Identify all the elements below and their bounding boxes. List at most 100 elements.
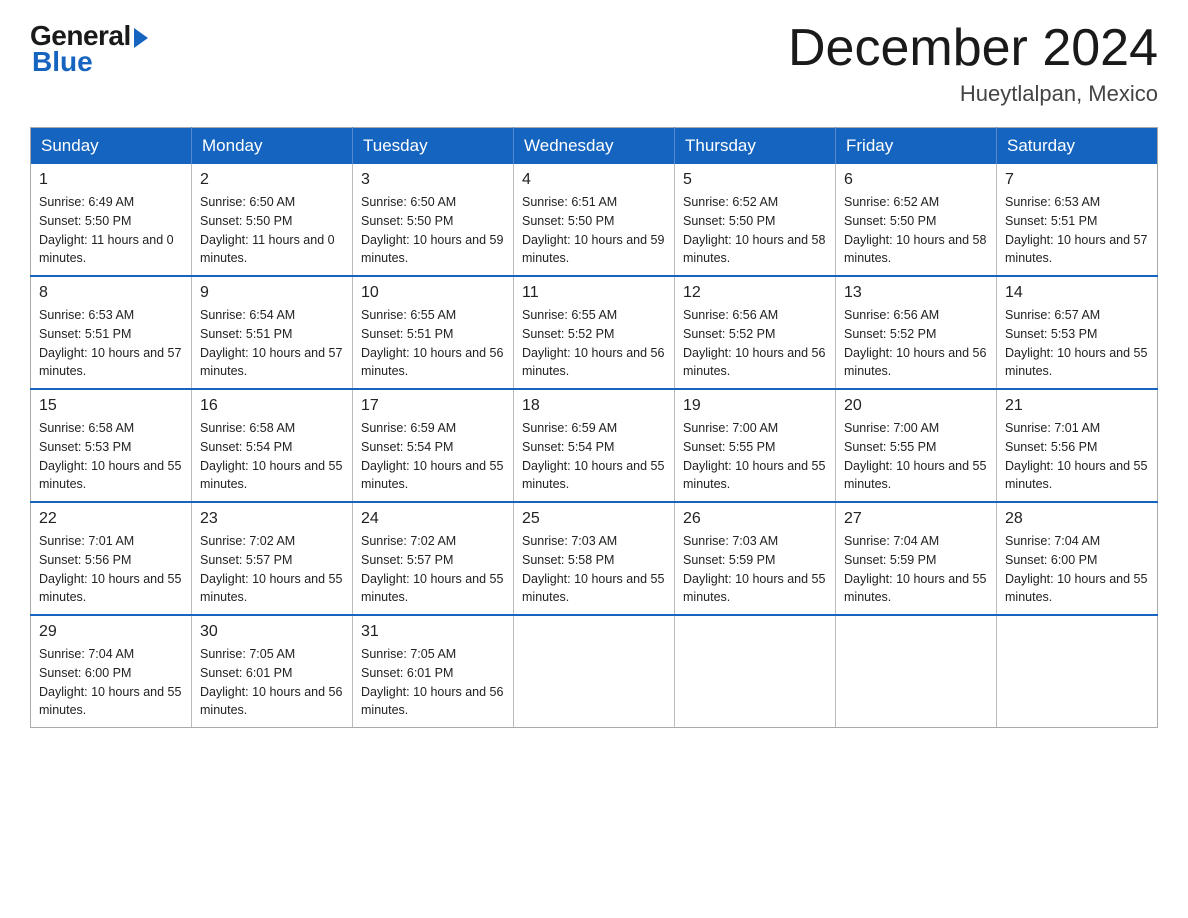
col-tuesday: Tuesday	[353, 128, 514, 165]
day-number: 8	[39, 284, 183, 302]
calendar-cell: 14 Sunrise: 6:57 AM Sunset: 5:53 PM Dayl…	[997, 276, 1158, 389]
day-number: 28	[1005, 510, 1149, 528]
day-info: Sunrise: 6:57 AM Sunset: 5:53 PM Dayligh…	[1005, 306, 1149, 381]
calendar-cell: 10 Sunrise: 6:55 AM Sunset: 5:51 PM Dayl…	[353, 276, 514, 389]
calendar-cell: 17 Sunrise: 6:59 AM Sunset: 5:54 PM Dayl…	[353, 389, 514, 502]
day-info: Sunrise: 7:02 AM Sunset: 5:57 PM Dayligh…	[361, 532, 505, 607]
calendar-cell: 18 Sunrise: 6:59 AM Sunset: 5:54 PM Dayl…	[514, 389, 675, 502]
calendar-header-row: Sunday Monday Tuesday Wednesday Thursday…	[31, 128, 1158, 165]
calendar-cell	[836, 615, 997, 728]
day-number: 16	[200, 397, 344, 415]
calendar-cell: 26 Sunrise: 7:03 AM Sunset: 5:59 PM Dayl…	[675, 502, 836, 615]
day-number: 25	[522, 510, 666, 528]
day-number: 1	[39, 171, 183, 189]
day-number: 18	[522, 397, 666, 415]
calendar-week-row: 1 Sunrise: 6:49 AM Sunset: 5:50 PM Dayli…	[31, 164, 1158, 276]
calendar-cell: 11 Sunrise: 6:55 AM Sunset: 5:52 PM Dayl…	[514, 276, 675, 389]
day-number: 29	[39, 623, 183, 641]
day-number: 11	[522, 284, 666, 302]
calendar-cell: 24 Sunrise: 7:02 AM Sunset: 5:57 PM Dayl…	[353, 502, 514, 615]
day-info: Sunrise: 6:52 AM Sunset: 5:50 PM Dayligh…	[844, 193, 988, 268]
calendar-cell: 19 Sunrise: 7:00 AM Sunset: 5:55 PM Dayl…	[675, 389, 836, 502]
location: Hueytlalpan, Mexico	[788, 81, 1158, 107]
logo-blue-text: Blue	[32, 46, 93, 78]
day-info: Sunrise: 7:01 AM Sunset: 5:56 PM Dayligh…	[39, 532, 183, 607]
day-info: Sunrise: 6:52 AM Sunset: 5:50 PM Dayligh…	[683, 193, 827, 268]
day-info: Sunrise: 6:56 AM Sunset: 5:52 PM Dayligh…	[683, 306, 827, 381]
calendar-cell: 29 Sunrise: 7:04 AM Sunset: 6:00 PM Dayl…	[31, 615, 192, 728]
day-info: Sunrise: 6:59 AM Sunset: 5:54 PM Dayligh…	[522, 419, 666, 494]
day-number: 20	[844, 397, 988, 415]
col-sunday: Sunday	[31, 128, 192, 165]
col-saturday: Saturday	[997, 128, 1158, 165]
day-number: 4	[522, 171, 666, 189]
month-title: December 2024	[788, 20, 1158, 77]
day-number: 31	[361, 623, 505, 641]
day-info: Sunrise: 6:55 AM Sunset: 5:51 PM Dayligh…	[361, 306, 505, 381]
calendar-cell: 13 Sunrise: 6:56 AM Sunset: 5:52 PM Dayl…	[836, 276, 997, 389]
day-number: 15	[39, 397, 183, 415]
calendar-week-row: 22 Sunrise: 7:01 AM Sunset: 5:56 PM Dayl…	[31, 502, 1158, 615]
calendar-week-row: 29 Sunrise: 7:04 AM Sunset: 6:00 PM Dayl…	[31, 615, 1158, 728]
calendar-cell: 21 Sunrise: 7:01 AM Sunset: 5:56 PM Dayl…	[997, 389, 1158, 502]
day-number: 17	[361, 397, 505, 415]
day-info: Sunrise: 7:05 AM Sunset: 6:01 PM Dayligh…	[200, 645, 344, 720]
day-info: Sunrise: 6:56 AM Sunset: 5:52 PM Dayligh…	[844, 306, 988, 381]
day-info: Sunrise: 7:04 AM Sunset: 6:00 PM Dayligh…	[1005, 532, 1149, 607]
title-area: December 2024 Hueytlalpan, Mexico	[788, 20, 1158, 107]
day-number: 26	[683, 510, 827, 528]
calendar-cell: 23 Sunrise: 7:02 AM Sunset: 5:57 PM Dayl…	[192, 502, 353, 615]
logo: General Blue	[30, 20, 148, 78]
day-info: Sunrise: 6:51 AM Sunset: 5:50 PM Dayligh…	[522, 193, 666, 268]
day-info: Sunrise: 7:00 AM Sunset: 5:55 PM Dayligh…	[844, 419, 988, 494]
day-number: 27	[844, 510, 988, 528]
calendar-week-row: 8 Sunrise: 6:53 AM Sunset: 5:51 PM Dayli…	[31, 276, 1158, 389]
calendar-cell: 7 Sunrise: 6:53 AM Sunset: 5:51 PM Dayli…	[997, 164, 1158, 276]
day-number: 9	[200, 284, 344, 302]
day-info: Sunrise: 7:03 AM Sunset: 5:58 PM Dayligh…	[522, 532, 666, 607]
calendar-cell	[675, 615, 836, 728]
day-info: Sunrise: 6:55 AM Sunset: 5:52 PM Dayligh…	[522, 306, 666, 381]
day-number: 23	[200, 510, 344, 528]
calendar-cell: 25 Sunrise: 7:03 AM Sunset: 5:58 PM Dayl…	[514, 502, 675, 615]
day-number: 7	[1005, 171, 1149, 189]
calendar-cell: 5 Sunrise: 6:52 AM Sunset: 5:50 PM Dayli…	[675, 164, 836, 276]
day-info: Sunrise: 6:54 AM Sunset: 5:51 PM Dayligh…	[200, 306, 344, 381]
day-info: Sunrise: 7:03 AM Sunset: 5:59 PM Dayligh…	[683, 532, 827, 607]
col-monday: Monday	[192, 128, 353, 165]
calendar-cell: 2 Sunrise: 6:50 AM Sunset: 5:50 PM Dayli…	[192, 164, 353, 276]
calendar-week-row: 15 Sunrise: 6:58 AM Sunset: 5:53 PM Dayl…	[31, 389, 1158, 502]
day-info: Sunrise: 7:04 AM Sunset: 5:59 PM Dayligh…	[844, 532, 988, 607]
calendar-cell: 3 Sunrise: 6:50 AM Sunset: 5:50 PM Dayli…	[353, 164, 514, 276]
day-info: Sunrise: 7:00 AM Sunset: 5:55 PM Dayligh…	[683, 419, 827, 494]
day-info: Sunrise: 6:50 AM Sunset: 5:50 PM Dayligh…	[200, 193, 344, 268]
day-info: Sunrise: 6:53 AM Sunset: 5:51 PM Dayligh…	[39, 306, 183, 381]
page-header: General Blue December 2024 Hueytlalpan, …	[30, 20, 1158, 107]
day-info: Sunrise: 7:05 AM Sunset: 6:01 PM Dayligh…	[361, 645, 505, 720]
day-number: 22	[39, 510, 183, 528]
calendar-table: Sunday Monday Tuesday Wednesday Thursday…	[30, 127, 1158, 728]
day-info: Sunrise: 6:53 AM Sunset: 5:51 PM Dayligh…	[1005, 193, 1149, 268]
calendar-cell: 8 Sunrise: 6:53 AM Sunset: 5:51 PM Dayli…	[31, 276, 192, 389]
calendar-cell: 28 Sunrise: 7:04 AM Sunset: 6:00 PM Dayl…	[997, 502, 1158, 615]
calendar-cell: 6 Sunrise: 6:52 AM Sunset: 5:50 PM Dayli…	[836, 164, 997, 276]
calendar-cell: 20 Sunrise: 7:00 AM Sunset: 5:55 PM Dayl…	[836, 389, 997, 502]
calendar-cell: 12 Sunrise: 6:56 AM Sunset: 5:52 PM Dayl…	[675, 276, 836, 389]
calendar-cell: 9 Sunrise: 6:54 AM Sunset: 5:51 PM Dayli…	[192, 276, 353, 389]
calendar-cell: 15 Sunrise: 6:58 AM Sunset: 5:53 PM Dayl…	[31, 389, 192, 502]
day-number: 21	[1005, 397, 1149, 415]
day-number: 6	[844, 171, 988, 189]
day-number: 13	[844, 284, 988, 302]
calendar-cell: 1 Sunrise: 6:49 AM Sunset: 5:50 PM Dayli…	[31, 164, 192, 276]
day-number: 14	[1005, 284, 1149, 302]
day-info: Sunrise: 6:58 AM Sunset: 5:54 PM Dayligh…	[200, 419, 344, 494]
logo-arrow-icon	[134, 28, 148, 48]
calendar-cell: 31 Sunrise: 7:05 AM Sunset: 6:01 PM Dayl…	[353, 615, 514, 728]
col-wednesday: Wednesday	[514, 128, 675, 165]
day-info: Sunrise: 7:02 AM Sunset: 5:57 PM Dayligh…	[200, 532, 344, 607]
calendar-cell: 22 Sunrise: 7:01 AM Sunset: 5:56 PM Dayl…	[31, 502, 192, 615]
calendar-cell	[514, 615, 675, 728]
day-info: Sunrise: 6:58 AM Sunset: 5:53 PM Dayligh…	[39, 419, 183, 494]
calendar-cell	[997, 615, 1158, 728]
calendar-cell: 30 Sunrise: 7:05 AM Sunset: 6:01 PM Dayl…	[192, 615, 353, 728]
